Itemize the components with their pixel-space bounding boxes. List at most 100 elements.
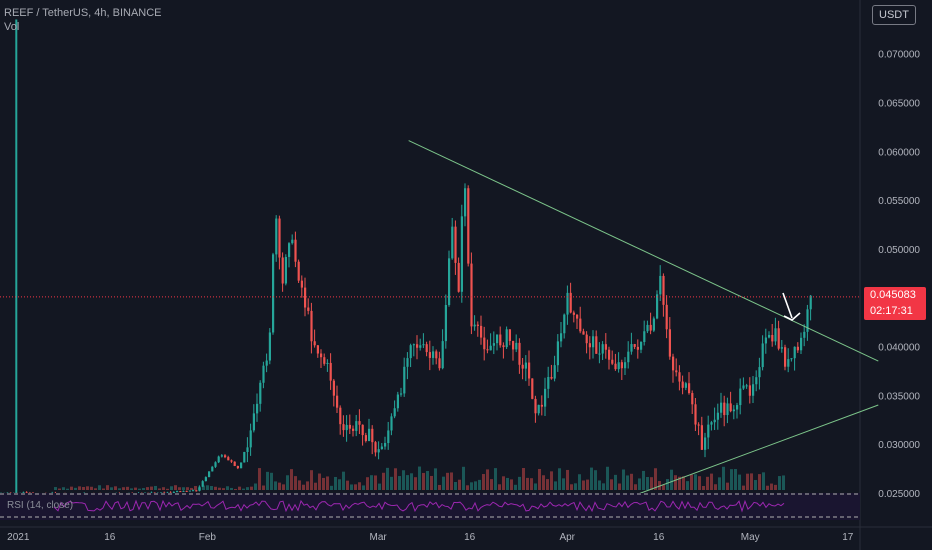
candle-body — [544, 388, 547, 407]
candle-body — [310, 310, 313, 342]
candle-body — [272, 254, 275, 333]
volume-bar — [562, 478, 565, 490]
volume-bar — [474, 481, 477, 490]
candle-body — [764, 337, 767, 344]
volume-bar — [438, 484, 441, 490]
volume-bar — [758, 474, 761, 490]
volume-bar — [58, 488, 61, 490]
candle-body — [358, 421, 361, 425]
volume-bar — [670, 469, 673, 490]
volume-bar — [414, 477, 417, 490]
candle-body — [256, 403, 259, 414]
volume-bar — [222, 488, 225, 490]
candle-body — [435, 351, 438, 359]
candle-body — [294, 239, 297, 262]
volume-bar — [750, 473, 753, 490]
time-tick-label: 16 — [464, 532, 476, 543]
volume-bar — [746, 473, 749, 490]
last-price-value: 0.045083 — [870, 289, 916, 301]
currency-button[interactable]: USDT — [872, 5, 916, 25]
volume-bar — [230, 487, 233, 490]
volume-bar — [166, 488, 169, 490]
price-tick-label: 0.055000 — [878, 196, 920, 207]
candle-body — [566, 292, 569, 315]
candle-body — [348, 424, 351, 429]
volume-bar — [210, 486, 213, 490]
candle-body — [604, 344, 607, 350]
candle-body — [777, 328, 780, 349]
candle-body — [230, 460, 233, 462]
volume-bar — [118, 488, 121, 490]
candle-body — [611, 359, 614, 364]
volume-bar — [630, 473, 633, 490]
candle-body — [480, 325, 483, 338]
candle-body — [329, 362, 332, 381]
candle-body — [300, 280, 303, 288]
candle-body — [307, 307, 310, 311]
volume-bar — [594, 470, 597, 490]
candle-body — [649, 324, 652, 331]
candle-body — [380, 446, 383, 450]
candle-body — [441, 341, 444, 369]
volume-bar — [486, 469, 489, 490]
candle-body — [284, 256, 287, 284]
volume-bar — [422, 472, 425, 490]
volume-bar — [426, 470, 429, 490]
candle-body — [742, 385, 745, 389]
volume-bar — [154, 485, 157, 490]
volume-bar — [722, 466, 725, 490]
volume-bar — [330, 485, 333, 490]
volume-bar — [638, 478, 641, 490]
candle-body — [614, 363, 617, 370]
volume-bar — [214, 486, 217, 490]
candle-body — [496, 334, 499, 344]
volume-bar — [66, 488, 69, 490]
volume-bar — [378, 483, 381, 490]
candle-body — [582, 331, 585, 335]
volume-bar — [490, 479, 493, 490]
volume-bar — [386, 467, 389, 490]
candle-body — [188, 490, 191, 492]
volume-bar — [410, 473, 413, 490]
candle-body — [796, 346, 799, 351]
volume-bar — [502, 476, 505, 490]
candle-body — [387, 430, 390, 444]
volume-bar — [782, 475, 785, 490]
volume-bar — [182, 487, 185, 490]
volume-bar — [402, 470, 405, 490]
volume-bar — [530, 478, 533, 490]
candle-body — [787, 359, 790, 367]
price-chart[interactable]: 0.0250000.0300000.0350000.0400000.045000… — [0, 0, 932, 550]
candle-body — [249, 430, 252, 448]
candle-body — [339, 407, 342, 425]
volume-bar — [358, 482, 361, 490]
candle-body — [774, 328, 777, 342]
candle-body — [393, 408, 396, 417]
candle-body — [428, 352, 431, 358]
volume-bar — [178, 487, 181, 490]
volume-bar — [294, 476, 297, 490]
volume-bar — [534, 483, 537, 490]
volume-bar — [150, 486, 153, 490]
candle-body — [563, 314, 566, 334]
candle-body — [755, 377, 758, 385]
volume-bar — [186, 487, 189, 490]
volume-bar — [298, 480, 301, 490]
candle-body — [336, 395, 339, 408]
candle-body — [390, 416, 393, 431]
candle-body — [208, 471, 211, 478]
volume-bar — [74, 487, 77, 490]
candle-body — [784, 347, 787, 367]
volume-bar — [146, 487, 149, 490]
candle-body — [681, 381, 684, 388]
chart-header: REEF / TetherUS, 4h, BINANCE Vol — [4, 6, 162, 34]
candle-body — [316, 345, 319, 354]
candle-body — [467, 188, 470, 264]
candle-body — [345, 424, 348, 431]
volume-bar — [114, 486, 117, 490]
candle-body — [668, 329, 671, 357]
candle-body — [403, 366, 406, 394]
candle-body — [640, 342, 643, 350]
volume-bar — [686, 481, 689, 490]
volume-bar — [574, 483, 577, 490]
